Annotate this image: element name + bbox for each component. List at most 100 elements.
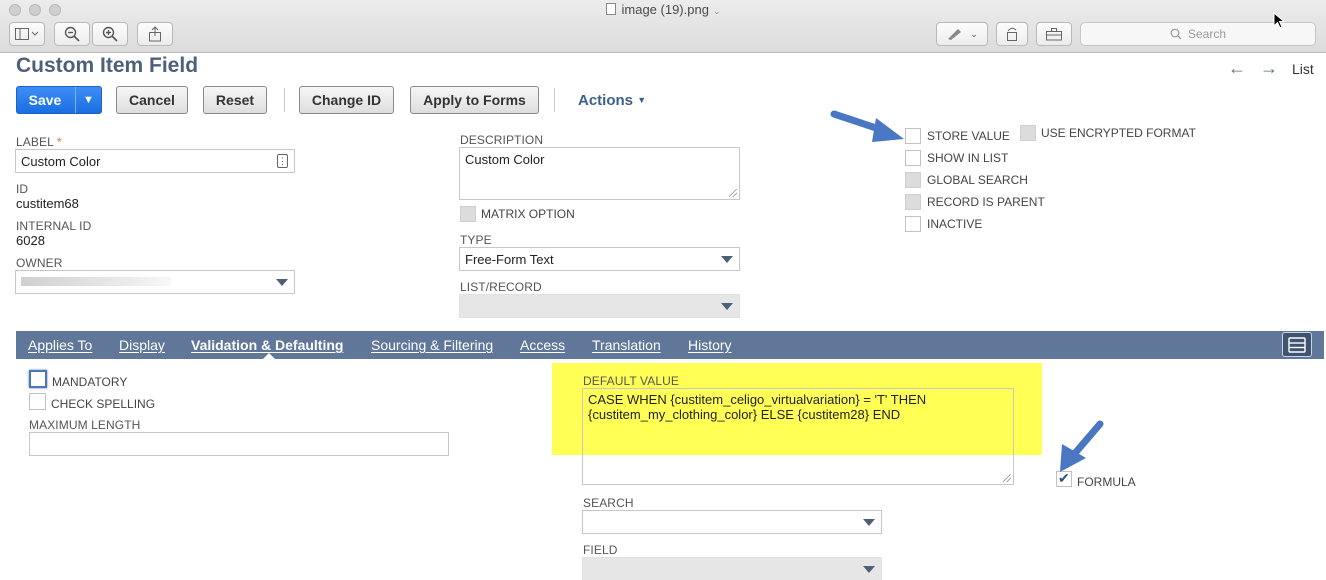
show-in-list-checkbox[interactable] xyxy=(905,150,921,166)
pen-icon xyxy=(948,29,962,40)
markup-button[interactable]: ⌄ xyxy=(936,22,988,46)
document-icon xyxy=(605,3,616,15)
zoom-in-button[interactable] xyxy=(92,22,128,46)
subtab-bar: Applies To Display Validation & Defaulti… xyxy=(16,331,1324,360)
cancel-button[interactable]: Cancel xyxy=(116,86,188,114)
record-is-parent-checkbox[interactable] xyxy=(905,194,921,210)
inactive-checkbox-row[interactable]: INACTIVE xyxy=(905,216,982,232)
tab-translation[interactable]: Translation xyxy=(592,337,661,353)
use-encrypted-format-checkbox[interactable] xyxy=(1020,125,1036,141)
actions-menu[interactable]: Actions ▼ xyxy=(578,92,646,109)
maximum-length-input[interactable] xyxy=(29,432,449,456)
list-record-field-label: LIST/RECORD xyxy=(460,280,542,294)
tab-validation-defaulting[interactable]: Validation & Defaulting xyxy=(191,337,343,353)
zoom-out-icon xyxy=(64,26,80,42)
divider xyxy=(284,88,285,112)
global-search-checkbox[interactable] xyxy=(905,172,921,188)
active-tab-pointer xyxy=(262,353,276,360)
internal-id-value: 6028 xyxy=(16,233,45,248)
annotation-arrow-icon xyxy=(1060,420,1104,472)
show-in-list-checkbox-row[interactable]: SHOW IN LIST xyxy=(905,150,1008,166)
chevron-down-icon: ⌄ xyxy=(970,28,978,39)
field-help-icon[interactable]: ⋮ xyxy=(277,154,288,168)
subtab-layout-button[interactable] xyxy=(1282,332,1312,357)
zoom-in-icon xyxy=(102,26,118,42)
sidebar-icon xyxy=(15,28,39,40)
store-value-checkbox[interactable] xyxy=(905,128,921,144)
save-button[interactable]: Save ▼ xyxy=(16,86,102,114)
resize-handle-icon[interactable] xyxy=(729,189,737,197)
store-value-checkbox-row[interactable]: STORE VALUE xyxy=(905,128,1010,144)
tab-sourcing-filtering[interactable]: Sourcing & Filtering xyxy=(371,337,493,353)
maximum-length-field-label: MAXIMUM LENGTH xyxy=(29,418,141,432)
inactive-checkbox[interactable] xyxy=(905,216,921,232)
change-id-button[interactable]: Change ID xyxy=(299,86,394,114)
list-record-select[interactable] xyxy=(459,294,740,318)
id-field-label: ID xyxy=(16,182,29,196)
type-field-label: TYPE xyxy=(460,233,492,247)
sidebar-toggle-button[interactable] xyxy=(9,22,45,46)
window-titlebar: image (19).png ⌄ ⌄ Search xyxy=(0,0,1326,53)
toolbox-icon xyxy=(1046,28,1062,41)
matrix-option-checkbox-row[interactable]: MATRIX OPTION xyxy=(460,206,575,222)
dropdown-arrow-icon xyxy=(721,303,733,310)
mandatory-checkbox-row[interactable]: MANDATORY xyxy=(29,369,127,389)
tab-access[interactable]: Access xyxy=(520,337,565,353)
divider xyxy=(554,88,555,112)
previous-record-icon[interactable]: ← xyxy=(1228,58,1246,79)
id-value: custitem68 xyxy=(16,196,79,211)
chevron-down-icon[interactable]: ⌄ xyxy=(713,6,721,16)
share-button[interactable] xyxy=(137,22,173,46)
record-navigation: ← → List xyxy=(1228,58,1314,79)
dropdown-arrow-icon xyxy=(863,566,875,573)
mandatory-checkbox[interactable] xyxy=(29,370,47,388)
label-input[interactable]: Custom Color ⋮ xyxy=(15,149,295,173)
tab-history[interactable]: History xyxy=(688,337,732,353)
matrix-option-checkbox[interactable] xyxy=(460,206,476,222)
list-link[interactable]: List xyxy=(1292,61,1314,77)
rotate-button[interactable] xyxy=(996,22,1028,46)
search-icon xyxy=(1170,28,1182,40)
check-spelling-checkbox-row[interactable]: CHECK SPELLING xyxy=(29,391,155,411)
dropdown-arrow-icon xyxy=(721,256,733,263)
check-spelling-checkbox[interactable] xyxy=(29,392,46,410)
owner-select[interactable] xyxy=(15,270,295,294)
field-select[interactable] xyxy=(582,557,882,580)
default-value-field-label: DEFAULT VALUE xyxy=(583,374,679,388)
field-field-label: FIELD xyxy=(583,543,618,557)
toolbox-button[interactable] xyxy=(1036,22,1072,46)
default-value-textarea[interactable]: CASE WHEN {custitem_celigo_virtualvariat… xyxy=(582,388,1014,485)
search-select[interactable] xyxy=(582,510,882,534)
window-title: image (19).png ⌄ xyxy=(0,2,1326,17)
zoom-out-button[interactable] xyxy=(54,22,90,46)
description-textarea[interactable]: Custom Color xyxy=(459,147,740,200)
rotate-icon xyxy=(1007,27,1017,41)
tab-display[interactable]: Display xyxy=(119,337,165,353)
search-field-label: SEARCH xyxy=(583,496,634,510)
resize-handle-icon[interactable] xyxy=(1003,474,1011,482)
annotation-arrow-icon xyxy=(830,110,904,142)
type-select[interactable]: Free-Form Text xyxy=(459,247,740,271)
label-field-label: LABEL * xyxy=(16,135,62,149)
list-layout-icon xyxy=(1288,336,1306,353)
apply-to-forms-button[interactable]: Apply to Forms xyxy=(410,86,539,114)
page-title: Custom Item Field xyxy=(16,54,199,77)
caret-down-icon: ▼ xyxy=(83,94,94,106)
dropdown-arrow-icon xyxy=(276,279,288,286)
global-search-checkbox-row[interactable]: GLOBAL SEARCH xyxy=(905,172,1028,188)
save-options-dropdown[interactable]: ▼ xyxy=(75,87,101,113)
mouse-cursor-icon xyxy=(1273,12,1285,29)
reset-button[interactable]: Reset xyxy=(203,86,267,114)
internal-id-field-label: INTERNAL ID xyxy=(16,219,92,233)
record-is-parent-checkbox-row[interactable]: RECORD IS PARENT xyxy=(905,194,1045,210)
tab-applies-to[interactable]: Applies To xyxy=(28,337,92,353)
share-icon xyxy=(149,26,161,42)
use-encrypted-format-checkbox-row[interactable]: USE ENCRYPTED FORMAT xyxy=(1020,125,1196,141)
required-marker: * xyxy=(56,135,62,149)
dropdown-arrow-icon xyxy=(863,519,875,526)
next-record-icon[interactable]: → xyxy=(1260,58,1278,79)
description-field-label: DESCRIPTION xyxy=(460,133,544,147)
action-button-row: Save ▼ Cancel Reset Change ID Apply to F… xyxy=(16,86,656,114)
owner-field-label: OWNER xyxy=(16,256,63,270)
redacted-owner-name xyxy=(21,277,171,286)
